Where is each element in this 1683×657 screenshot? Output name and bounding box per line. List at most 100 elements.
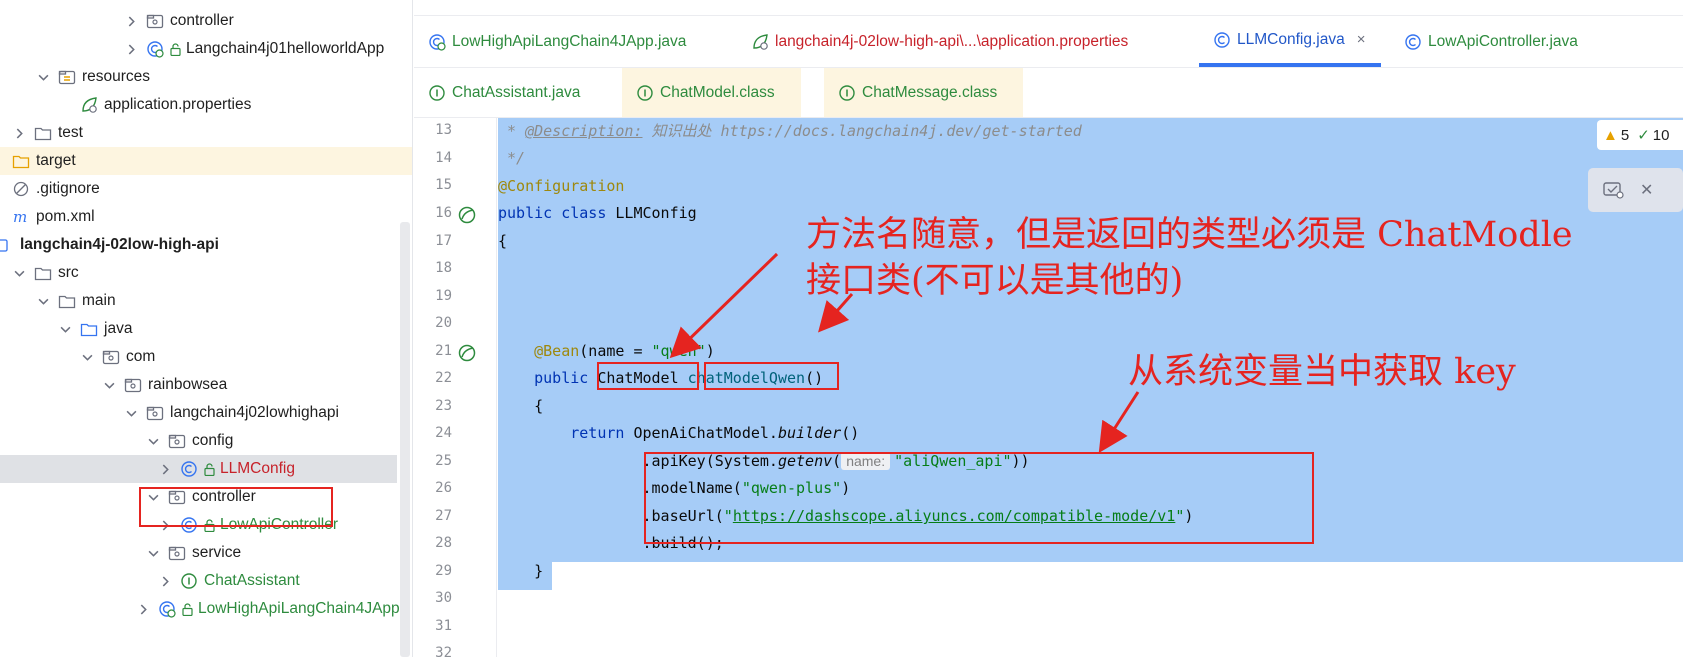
source-folder-icon xyxy=(80,320,98,338)
chevron-down-icon[interactable] xyxy=(12,266,26,280)
class-name-text: LLMConfig xyxy=(606,204,697,222)
tree-item-label: test xyxy=(58,124,83,141)
tree-item-gitignore[interactable]: .gitignore xyxy=(0,175,412,203)
line-gutter: 13 14 15 16 17 18 19 20 21 22 23 24 25 2… xyxy=(414,118,497,657)
tree-item-module[interactable]: langchain4j-02low-high-api xyxy=(0,231,412,259)
editor-tab-row-1: LowHighApiLangChain4JApp.java langchain4… xyxy=(414,16,1683,68)
tab-lowhighapilangchain4japp[interactable]: LowHighApiLangChain4JApp.java xyxy=(428,16,686,67)
tree-item-label: com xyxy=(126,348,156,365)
package-folder-icon xyxy=(146,404,164,422)
annotation-note-return-type-line2: 接口类(不可以是其他的) xyxy=(806,261,1184,301)
keyword-text: public xyxy=(498,369,589,387)
line-number: 32 xyxy=(435,645,452,657)
springboot-class-icon xyxy=(158,600,176,618)
tab-label: LowHighApiLangChain4JApp.java xyxy=(452,32,687,50)
package-folder-icon xyxy=(102,348,120,366)
tree-item-lowhighapilangchain4japp[interactable]: LowHighApiLangChain4JApp xyxy=(0,595,412,623)
chevron-down-icon[interactable] xyxy=(146,434,160,448)
line-number: 19 xyxy=(435,288,452,304)
line-number: 25 xyxy=(435,453,452,469)
code-line-24: return OpenAiChatModel.builder() xyxy=(498,419,859,447)
maven-icon: m xyxy=(12,208,30,226)
tree-item-langchain4j01helloworldapp[interactable]: Langchain4j01helloworldApp xyxy=(0,35,412,63)
chevron-down-icon[interactable] xyxy=(146,546,160,560)
spring-bean-gutter-icon[interactable] xyxy=(456,342,478,364)
warning-count: 5 xyxy=(1620,126,1630,144)
tab-llmconfig[interactable]: LLMConfig.java × xyxy=(1199,16,1382,67)
folder-icon xyxy=(34,264,52,282)
tree-item-label: langchain4j-02low-high-api xyxy=(20,236,219,253)
tree-item-service[interactable]: service xyxy=(0,539,412,567)
package-folder-icon xyxy=(146,12,164,30)
close-icon[interactable]: ✕ xyxy=(1640,180,1653,200)
chevron-right-icon[interactable] xyxy=(12,126,26,140)
tab-chatmessage-class[interactable]: ChatMessage.class xyxy=(824,68,1024,117)
chevron-right-icon[interactable] xyxy=(124,14,138,28)
line-number: 28 xyxy=(435,535,452,551)
inspection-widget[interactable]: ▲ 5 ✓ 10 xyxy=(1597,120,1683,150)
code-text: () xyxy=(841,424,860,442)
tab-chatassistant[interactable]: ChatAssistant.java xyxy=(428,68,580,117)
annotation-text: @Bean xyxy=(498,342,580,360)
tree-item-langchain4j02lowhighapi[interactable]: langchain4j02lowhighapi xyxy=(0,399,412,427)
code-line-13: * @Description: 知识出处 https://docs.langch… xyxy=(498,118,1082,145)
tree-item-label: LLMConfig xyxy=(220,460,295,477)
ai-assistant-icon[interactable] xyxy=(1602,180,1624,200)
comment-text: 知识出处 https://docs.langchain4j.dev/get-st… xyxy=(642,122,1082,140)
close-icon[interactable]: × xyxy=(1357,31,1366,48)
tree-scrollbar[interactable] xyxy=(400,222,410,657)
folder-icon xyxy=(34,124,52,142)
tree-item-llmconfig[interactable]: LLMConfig xyxy=(0,455,397,483)
annotation-box-method-name xyxy=(704,362,839,390)
spring-properties-icon xyxy=(751,33,769,51)
line-number: 14 xyxy=(435,150,452,166)
tree-item-label: resources xyxy=(82,68,151,85)
ai-assistant-popup[interactable]: ✕ xyxy=(1588,168,1683,212)
tree-item-controller-1[interactable]: controller xyxy=(0,7,412,35)
tree-item-com[interactable]: com xyxy=(0,343,412,371)
tree-item-chatassistant[interactable]: ChatAssistant xyxy=(0,567,412,595)
tree-item-target[interactable]: target xyxy=(0,147,412,175)
spring-bean-gutter-icon[interactable] xyxy=(456,204,478,226)
chevron-down-icon[interactable] xyxy=(36,70,50,84)
tree-item-label: main xyxy=(82,292,116,309)
tree-item-pom-xml[interactable]: m pom.xml xyxy=(0,203,412,231)
chevron-down-icon[interactable] xyxy=(124,406,138,420)
chevron-down-icon[interactable] xyxy=(58,322,72,336)
tree-item-label: LowHighApiLangChain4JApp xyxy=(198,600,400,617)
tree-item-label: service xyxy=(192,544,242,561)
chevron-right-icon[interactable] xyxy=(158,462,172,476)
tab-label: LLMConfig.java xyxy=(1237,30,1345,48)
line-number: 18 xyxy=(435,260,452,276)
tab-chatmodel-class[interactable]: ChatModel.class xyxy=(622,68,801,117)
tab-lowapicontroller[interactable]: LowApiController.java xyxy=(1404,16,1578,67)
tree-item-application-properties[interactable]: application.properties xyxy=(0,91,412,119)
line-number: 23 xyxy=(435,398,452,414)
tree-item-test[interactable]: test xyxy=(0,119,412,147)
chevron-right-icon[interactable] xyxy=(124,42,138,56)
tree-item-config[interactable]: config xyxy=(0,427,412,455)
package-folder-icon xyxy=(124,376,142,394)
chevron-down-icon[interactable] xyxy=(80,350,94,364)
class-icon xyxy=(1404,33,1422,51)
chevron-right-icon[interactable] xyxy=(136,602,150,616)
tree-item-src[interactable]: src xyxy=(0,259,412,287)
brace-text: } xyxy=(498,562,544,580)
springboot-class-icon xyxy=(428,33,446,51)
tree-item-java[interactable]: java xyxy=(0,315,412,343)
annotation-note-return-type-line1: 方法名随意，但是返回的类型必须是 ChatModle xyxy=(806,215,1573,255)
tree-item-label: langchain4j02lowhighapi xyxy=(170,404,339,421)
chevron-down-icon[interactable] xyxy=(102,378,116,392)
tree-item-main[interactable]: main xyxy=(0,287,412,315)
chevron-down-icon[interactable] xyxy=(36,294,50,308)
keyword-text: return xyxy=(498,424,625,442)
tab-label: ChatMessage.class xyxy=(862,83,998,101)
code-line-14: */ xyxy=(498,144,525,172)
gitignore-icon xyxy=(12,180,30,198)
tree-item-resources[interactable]: resources xyxy=(0,63,412,91)
tree-item-rainbowsea[interactable]: rainbowsea xyxy=(0,371,412,399)
line-number: 30 xyxy=(435,590,452,606)
chevron-right-icon[interactable] xyxy=(158,574,172,588)
tab-application-properties[interactable]: langchain4j-02low-high-api\...\applicati… xyxy=(751,16,1128,67)
line-number: 22 xyxy=(435,370,452,386)
